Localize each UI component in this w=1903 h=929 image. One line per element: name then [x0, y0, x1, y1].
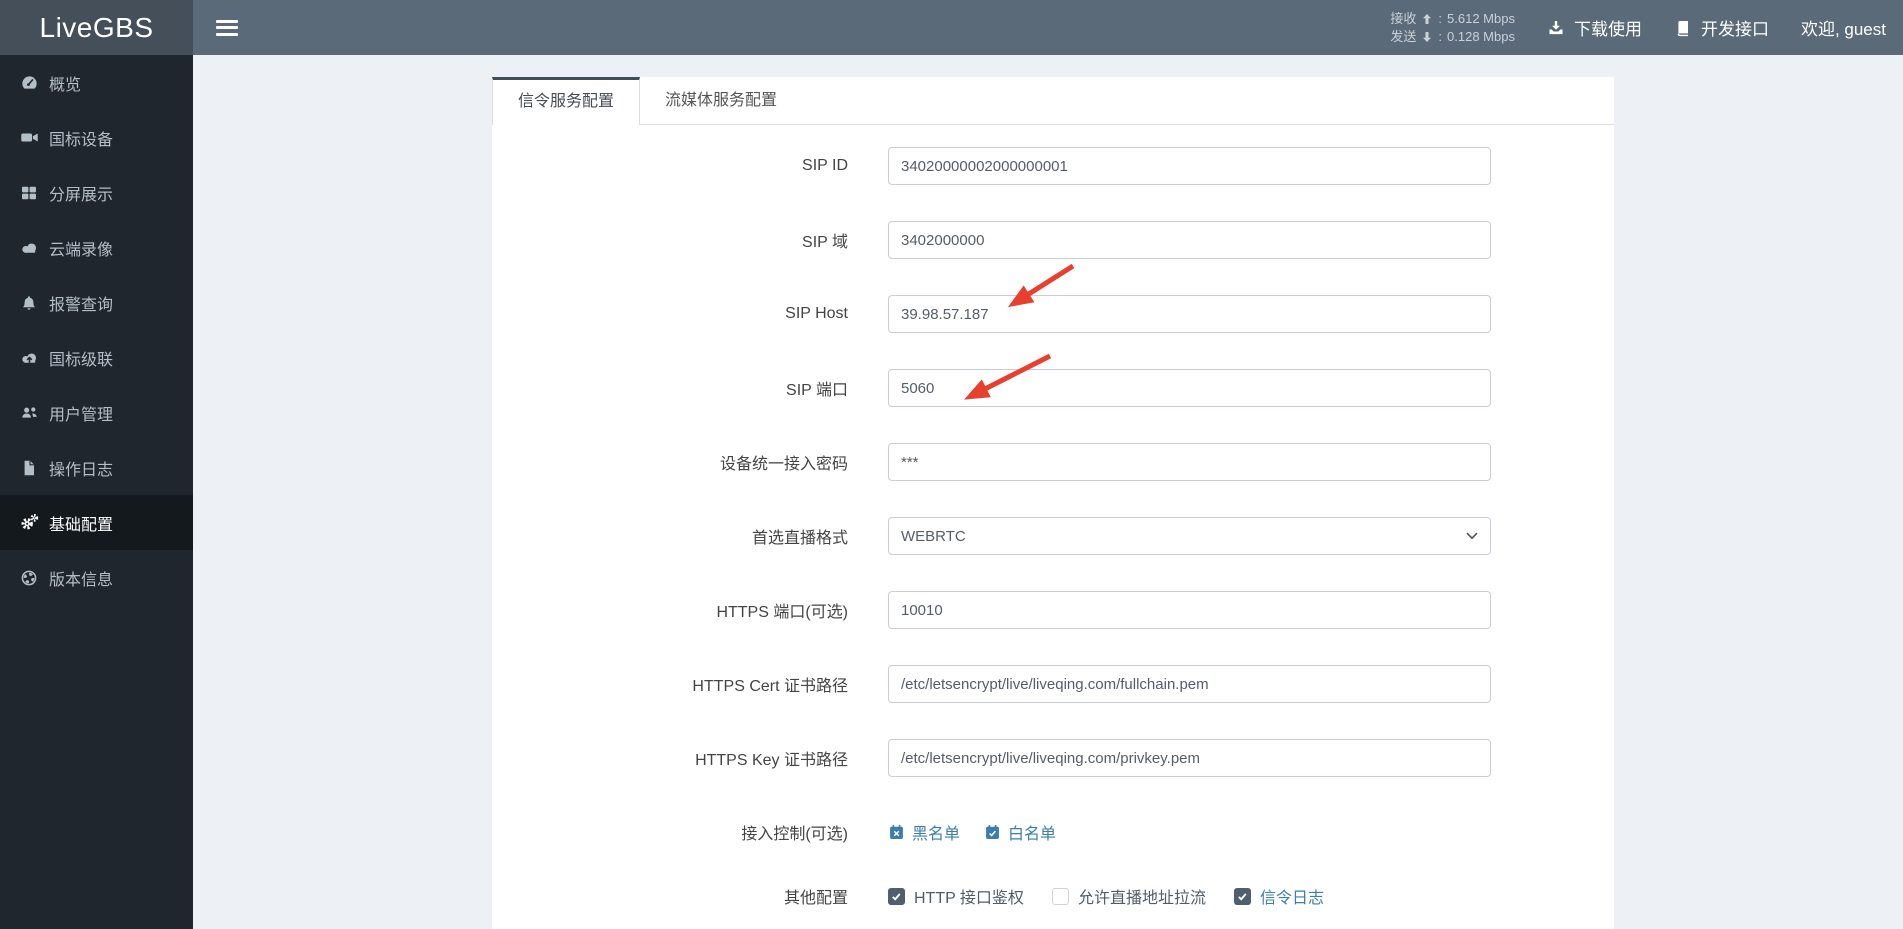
sidebar-item-gb-devices[interactable]: 国标设备: [0, 110, 193, 165]
users-icon: [18, 404, 40, 422]
form-row-sip-domain: SIP 域: [492, 221, 1614, 259]
form-row-https-port: HTTPS 端口(可选): [492, 591, 1614, 629]
http-auth-checkbox[interactable]: HTTP 接口鉴权: [888, 884, 1024, 908]
send-label: 发送: [1390, 28, 1417, 44]
video-camera-icon: [18, 129, 40, 147]
sidebar-item-split-screen[interactable]: 分屏展示: [0, 165, 193, 220]
https-cert-label: HTTPS Cert 证书路径: [692, 678, 848, 695]
form-row-https-cert: HTTPS Cert 证书路径: [492, 665, 1614, 703]
live-format-value: WEBRTC: [901, 527, 966, 545]
sidebar-item-operation-log[interactable]: 操作日志: [0, 440, 193, 495]
https-cert-input[interactable]: [888, 665, 1491, 703]
sip-host-input[interactable]: [888, 295, 1491, 333]
allow-pull-checkbox[interactable]: 允许直播地址拉流: [1051, 884, 1206, 908]
sip-port-input[interactable]: [888, 369, 1491, 407]
sip-id-label: SIP ID: [802, 157, 848, 174]
signal-config-form: SIP ID SIP 域 SIP Host SIP 端口 设备统一接入密码 首选: [492, 125, 1614, 915]
sidebar-toggle-button[interactable]: [216, 19, 238, 36]
access-control-label: 接入控制(可选): [741, 826, 848, 843]
sip-domain-label: SIP 域: [802, 234, 848, 251]
book-icon: [1677, 20, 1688, 36]
arrow-down-icon: [1423, 31, 1432, 42]
chevron-down-icon: [1466, 532, 1478, 540]
sidebar-item-version-info[interactable]: 版本信息: [0, 550, 193, 605]
calendar-check-icon: [986, 824, 999, 839]
config-card: 信令服务配置 流媒体服务配置 SIP ID SIP 域 SIP Host SIP…: [492, 77, 1614, 929]
main-content: 信令服务配置 流媒体服务配置 SIP ID SIP 域 SIP Host SIP…: [193, 55, 1903, 929]
life-ring-icon: [18, 569, 40, 587]
form-row-sip-port: SIP 端口: [492, 369, 1614, 407]
recv-value: 5.612 Mbps: [1447, 10, 1515, 26]
sidebar-item-alarm-query[interactable]: 报警查询: [0, 275, 193, 330]
https-port-label: HTTPS 端口(可选): [716, 604, 848, 621]
sip-host-label: SIP Host: [785, 305, 848, 322]
app-logo[interactable]: LiveGBS: [0, 0, 193, 55]
bell-icon: [18, 294, 40, 312]
calendar-times-icon: [890, 824, 903, 839]
tab-bar: 信令服务配置 流媒体服务配置: [492, 77, 1614, 125]
form-row-sip-host: SIP Host: [492, 295, 1614, 333]
form-row-https-key: HTTPS Key 证书路径: [492, 739, 1614, 777]
gears-icon: [18, 514, 40, 532]
checkbox-checked-icon: [1233, 887, 1251, 905]
welcome-user[interactable]: 欢迎, guest: [1801, 15, 1886, 40]
sip-domain-input[interactable]: [888, 221, 1491, 259]
sidebar-item-cloud-recording[interactable]: 云端录像: [0, 220, 193, 275]
live-format-select[interactable]: WEBRTC: [888, 517, 1491, 555]
form-row-device-password: 设备统一接入密码: [492, 443, 1614, 481]
https-port-input[interactable]: [888, 591, 1491, 629]
download-icon: [1549, 20, 1563, 34]
sidebar-item-basic-config[interactable]: 基础配置: [0, 495, 193, 550]
traffic-stats: 接收 : 5.612 Mbps 发送 : 0.128 Mbps: [1390, 10, 1515, 44]
sidebar-item-overview[interactable]: 概览: [0, 55, 193, 110]
device-password-input[interactable]: [888, 443, 1491, 481]
https-key-input[interactable]: [888, 739, 1491, 777]
cloud-icon: [18, 239, 40, 257]
form-row-other-config: 其他配置 HTTP 接口鉴权 允许直播地址拉流 信令日志: [492, 877, 1614, 915]
tab-signal-service-config[interactable]: 信令服务配置: [492, 77, 641, 125]
dashboard-icon: [18, 74, 40, 92]
arrow-up-icon: [1423, 13, 1432, 24]
other-config-label: 其他配置: [783, 890, 848, 907]
checkbox-checked-icon: [888, 887, 905, 905]
https-key-label: HTTPS Key 证书路径: [695, 752, 848, 769]
live-format-label: 首选直播格式: [751, 530, 848, 547]
top-header: LiveGBS 接收 : 5.612 Mbps 发送 : 0.128 Mbps …: [0, 0, 1903, 55]
sip-id-input[interactable]: [888, 147, 1491, 185]
sip-port-label: SIP 端口: [786, 382, 848, 399]
form-row-sip-id: SIP ID: [492, 147, 1614, 185]
recv-label: 接收: [1390, 10, 1417, 26]
sidebar-item-gb-cascade[interactable]: 国标级联: [0, 330, 193, 385]
send-value: 0.128 Mbps: [1447, 28, 1515, 44]
file-icon: [18, 459, 40, 477]
tab-media-service-config[interactable]: 流媒体服务配置: [640, 77, 802, 124]
checkbox-unchecked-icon: [1051, 887, 1069, 905]
api-docs-link[interactable]: 开发接口: [1674, 15, 1769, 40]
sidebar-item-user-management[interactable]: 用户管理: [0, 385, 193, 440]
download-link[interactable]: 下载使用: [1547, 15, 1642, 40]
signal-log-checkbox[interactable]: 信令日志: [1233, 884, 1324, 908]
blacklist-link[interactable]: 黑名单: [888, 820, 960, 844]
sidebar: 概览 国标设备 分屏展示 云端录像 报警查询 国标级联 用户管理 操作日志 基础…: [0, 55, 193, 929]
grid-icon: [18, 184, 40, 202]
whitelist-link[interactable]: 白名单: [984, 820, 1056, 844]
cloud-upload-icon: [18, 349, 40, 367]
form-row-access-control: 接入控制(可选) 黑名单 白名单: [492, 813, 1614, 851]
form-row-live-format: 首选直播格式 WEBRTC: [492, 517, 1614, 555]
device-password-label: 设备统一接入密码: [719, 456, 848, 473]
